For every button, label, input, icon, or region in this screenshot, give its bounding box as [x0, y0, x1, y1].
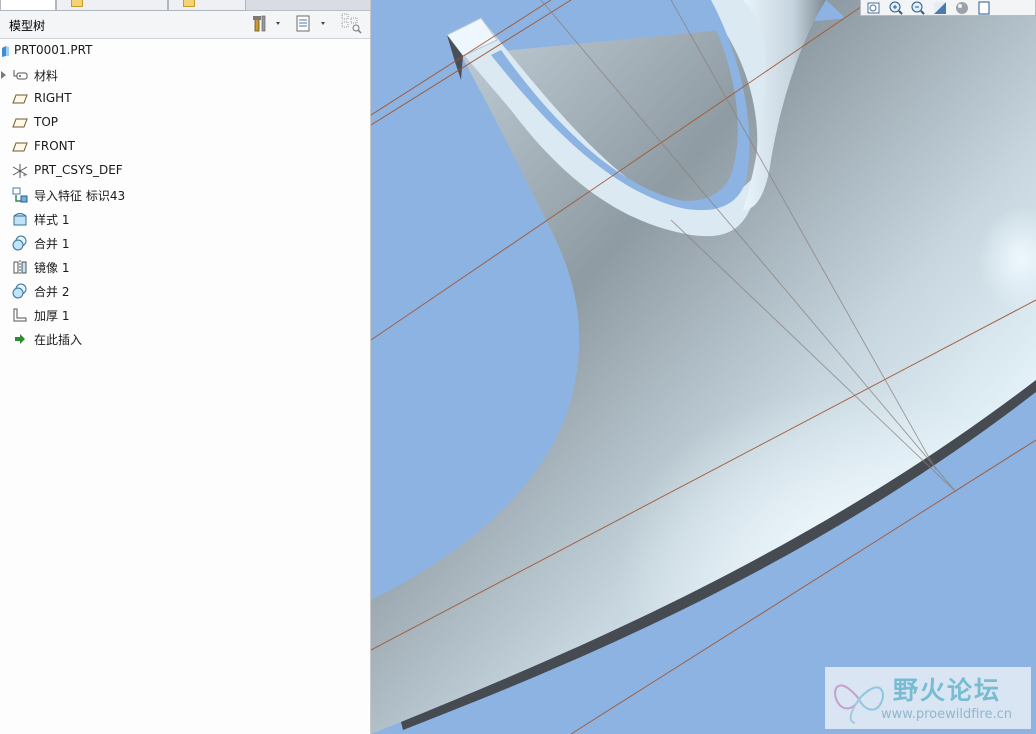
saved-views-icon[interactable]: [976, 1, 992, 15]
watermark-url: www.proewildfire.cn: [881, 707, 1012, 722]
merge-icon: [12, 283, 27, 299]
tree-item-import-feature[interactable]: 导入特征 标识43: [0, 184, 370, 206]
tab-model-tree[interactable]: [0, 0, 56, 11]
tree-item-label: 样式 1: [34, 213, 70, 227]
style-icon: [13, 213, 27, 226]
expand-arrow-icon[interactable]: [0, 67, 8, 83]
zoom-in-icon[interactable]: [888, 1, 904, 15]
tree-item-label: 在此插入: [34, 333, 83, 347]
tree-item-label: RIGHT: [34, 91, 72, 105]
display-style-icon[interactable]: [954, 1, 970, 15]
datum-plane-icon: [12, 94, 28, 104]
mirror-icon: [13, 260, 27, 274]
model-tree-panel: 模型树 PRT0001.PRT 材料 RIGHT TOP FRONT * PRT…: [0, 0, 371, 734]
filter-icon: [341, 13, 362, 34]
merge-icon: [12, 235, 27, 251]
tree-item-material[interactable]: 材料: [0, 64, 370, 86]
refit-icon[interactable]: [866, 1, 882, 15]
tree-item-thicken[interactable]: 加厚 1: [0, 304, 370, 326]
folder-icon: [71, 0, 83, 7]
tree-list-icon: [296, 15, 325, 32]
tree-item-merge-2[interactable]: 合并 2: [0, 280, 370, 302]
folder-icon: [183, 0, 195, 7]
model-tree-toolbar: 模型树: [0, 11, 370, 39]
panel-tab-strip: [0, 0, 370, 11]
tree-item-label: 加厚 1: [34, 309, 70, 323]
material-icon: [13, 70, 28, 80]
tab-favorites[interactable]: [168, 0, 246, 11]
tree-item-style[interactable]: 样式 1: [0, 208, 370, 230]
model-surface-render: [371, 0, 1036, 734]
zoom-out-icon[interactable]: [910, 1, 926, 15]
datum-plane-icon: [12, 118, 28, 128]
tree-item-top[interactable]: TOP: [0, 112, 370, 134]
tree-item-csys[interactable]: * PRT_CSYS_DEF: [0, 160, 370, 182]
tree-item-merge-1[interactable]: 合并 1: [0, 232, 370, 254]
tools-icon: [253, 15, 280, 32]
tree-filter-button[interactable]: [340, 13, 364, 34]
forum-watermark: 野火论坛 www.proewildfire.cn: [825, 667, 1031, 729]
tree-item-part[interactable]: PRT0001.PRT: [0, 40, 370, 62]
tree-item-front[interactable]: FRONT: [0, 136, 370, 158]
watermark-title: 野火论坛: [893, 676, 1002, 705]
tree-item-label: TOP: [34, 115, 59, 129]
insert-here-arrow-icon: [15, 334, 25, 344]
model-tree-title: 模型树: [9, 19, 46, 33]
datum-plane-icon: [12, 142, 28, 152]
tree-item-label: 材料: [34, 69, 59, 83]
butterfly-logo-icon: [834, 684, 884, 724]
repaint-icon[interactable]: [932, 1, 948, 15]
tab-folder-browser[interactable]: [56, 0, 168, 11]
tree-item-label: 镜像 1: [34, 261, 70, 275]
tree-item-right[interactable]: RIGHT: [0, 88, 370, 110]
thicken-icon: [13, 308, 27, 322]
show-options-button[interactable]: [294, 14, 332, 34]
graphics-viewport[interactable]: [371, 0, 1036, 734]
tree-item-label: 合并 1: [34, 237, 70, 251]
view-toolbar: [860, 0, 1036, 16]
tree-item-label: FRONT: [34, 139, 75, 153]
tree-item-label: 合并 2: [34, 285, 70, 299]
settings-tools-button[interactable]: [252, 14, 282, 34]
tree-item-mirror[interactable]: 镜像 1: [0, 256, 370, 278]
svg-text:*: *: [23, 173, 26, 179]
tree-item-label: 导入特征 标识43: [34, 189, 126, 203]
tree-item-insert-here[interactable]: 在此插入: [0, 328, 370, 350]
tree-item-label: PRT_CSYS_DEF: [34, 163, 123, 177]
import-feature-icon: [12, 187, 28, 203]
csys-icon: *: [12, 164, 28, 179]
tree-item-label: PRT0001.PRT: [14, 43, 93, 57]
